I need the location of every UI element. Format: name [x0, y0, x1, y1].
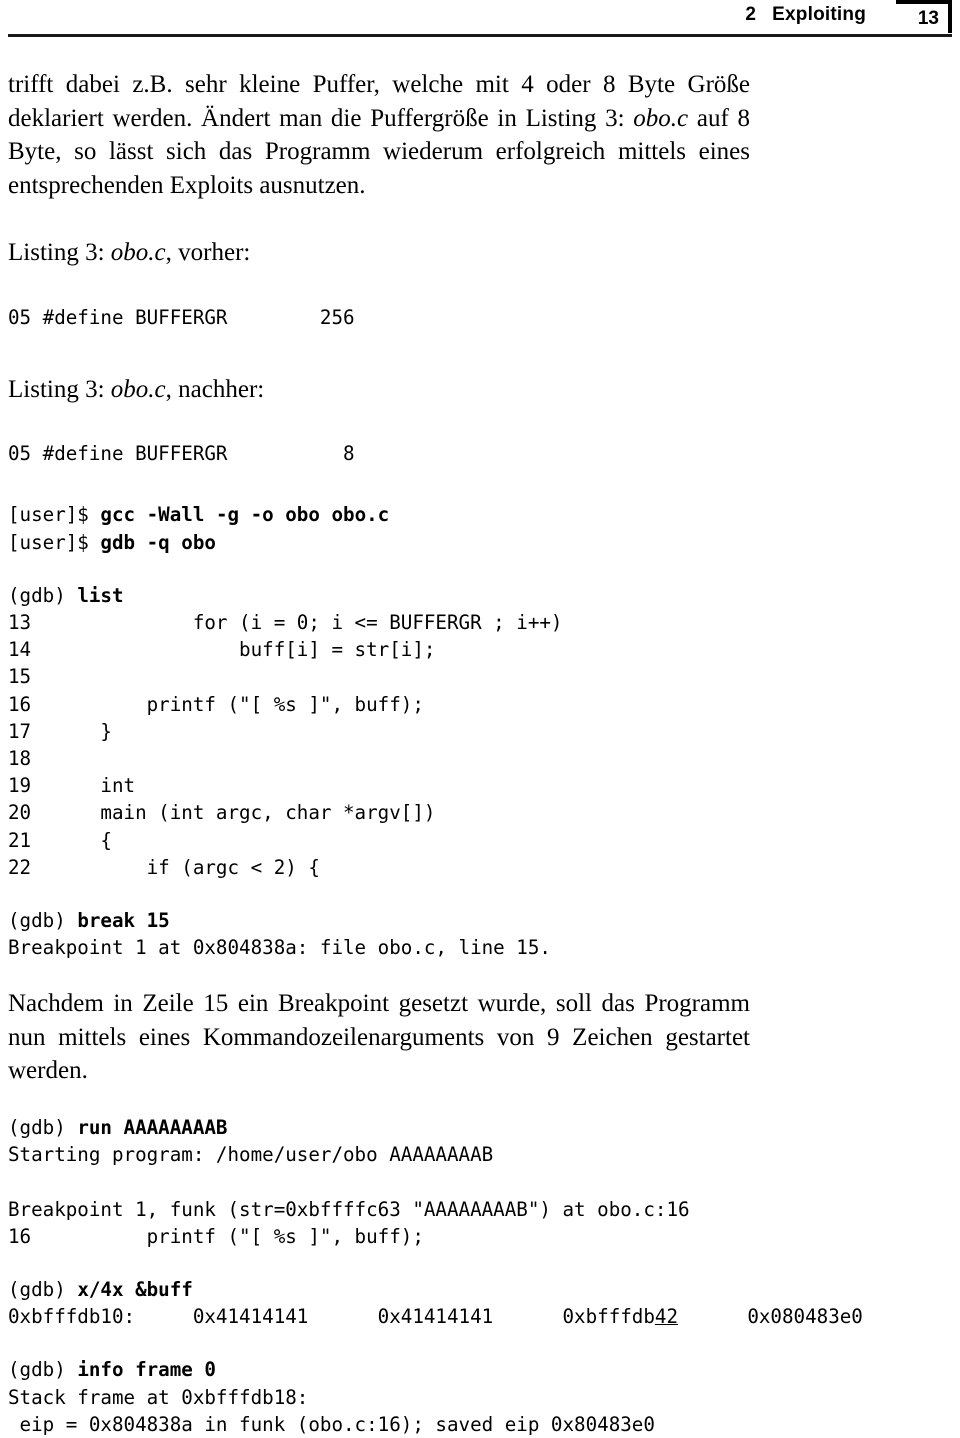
paragraph-intro: trifft dabei z.B. sehr kleine Puffer, we…	[8, 68, 750, 202]
terminal-gdb-info-frame-block: (gdb) info frame 0 Stack frame at 0xbfff…	[8, 1356, 952, 1438]
terminal-compile-block: [user]$ gcc -Wall -g -o obo obo.c [user]…	[8, 501, 952, 555]
gdb-prompt: (gdb)	[8, 1277, 78, 1301]
header-rule	[8, 34, 952, 37]
source-line: 16 printf ("[ %s ]", buff);	[8, 692, 424, 716]
book-page: 2 Exploiting 13 trifft dabei z.B. sehr kl…	[0, 0, 960, 1436]
listing-caption-vorher: Listing 3: obo.c, vorher:	[8, 236, 952, 270]
chapter-heading: 2 Exploiting	[745, 0, 866, 30]
info-frame-output-stack: Stack frame at 0xbfffdb18:	[8, 1385, 309, 1409]
shell-prompt: [user]$	[8, 503, 101, 527]
page-number: 13	[917, 8, 939, 29]
gdb-break-output: Breakpoint 1 at 0x804838a: file obo.c, l…	[8, 936, 551, 960]
shell-command-gcc: gcc -Wall -g -o obo obo.c	[100, 503, 390, 527]
listing-caption-nachher-suffix: , nachher:	[165, 375, 265, 403]
filename-obo-c: obo.c	[633, 104, 689, 132]
terminal-gdb-examine-block: (gdb) x/4x &buff 0xbfffdb10: 0x41414141 …	[8, 1276, 952, 1330]
gdb-run-output-source-line: 16 printf ("[ %s ]", buff);	[8, 1224, 424, 1248]
source-line: 20 main (int argc, char *argv[])	[8, 801, 436, 825]
page-number-box: 13	[896, 0, 952, 33]
gdb-prompt: (gdb)	[8, 1115, 78, 1139]
source-line: 14 buff[i] = str[i];	[8, 638, 436, 662]
source-line: 17 }	[8, 719, 112, 743]
page-content: trifft dabei z.B. sehr kleine Puffer, we…	[8, 44, 952, 1438]
running-head-title-group: 2 Exploiting	[8, 0, 952, 34]
chapter-number: 2	[745, 4, 757, 25]
source-line: 21 {	[8, 828, 112, 852]
gdb-prompt: (gdb)	[8, 583, 78, 607]
source-line: 18	[8, 747, 32, 771]
gdb-command-examine: x/4x &buff	[77, 1277, 193, 1301]
memory-dump-suffix: 0x080483e0	[678, 1305, 863, 1329]
gdb-command-break: break 15	[77, 909, 170, 933]
memory-dump-highlight: 42	[654, 1305, 679, 1329]
gdb-prompt: (gdb)	[8, 909, 78, 933]
terminal-gdb-list-block: (gdb) list 13 for (i = 0; i <= BUFFERGR …	[8, 582, 952, 881]
gdb-run-output-start: Starting program: /home/user/obo AAAAAAA…	[8, 1143, 494, 1167]
listing-caption-nachher: Listing 3: obo.c, nachher:	[8, 373, 952, 407]
terminal-gdb-break-block: (gdb) break 15 Breakpoint 1 at 0x804838a…	[8, 907, 952, 961]
code-listing-after: 05 #define BUFFERGR 8	[8, 442, 355, 466]
source-line: 22 if (argc < 2) {	[8, 855, 320, 879]
shell-command-gdb: gdb -q obo	[100, 530, 216, 554]
shell-prompt: [user]$	[8, 530, 101, 554]
running-head: 2 Exploiting 13	[8, 0, 952, 44]
code-listing-before: 05 #define BUFFERGR 256	[8, 305, 355, 329]
filename-obo-c: obo.c	[110, 375, 166, 403]
gdb-run-output-breakpoint-hit: Breakpoint 1, funk (str=0xbffffc63 "AAAA…	[8, 1197, 690, 1221]
source-line: 19 int	[8, 774, 136, 798]
source-line: 15	[8, 665, 32, 689]
gdb-command-list: list	[77, 583, 124, 607]
terminal-gdb-run-block: (gdb) run AAAAAAAAB Starting program: /h…	[8, 1114, 952, 1250]
info-frame-output-eip: eip = 0x804838a in funk (obo.c:16); save…	[8, 1412, 655, 1436]
listing-caption-nachher-prefix: Listing 3:	[8, 375, 111, 403]
listing-caption-vorher-suffix: , vorher:	[165, 239, 251, 266]
chapter-title: Exploiting	[772, 4, 866, 25]
gdb-command-run: run AAAAAAAAB	[77, 1115, 228, 1139]
paragraph-breakpoint-explanation: Nachdem in Zeile 15 ein Breakpoint geset…	[8, 990, 750, 1085]
source-line: 13 for (i = 0; i <= BUFFERGR ; i++)	[8, 611, 563, 635]
filename-obo-c: obo.c	[110, 239, 166, 266]
memory-dump-prefix: 0xbfffdb10: 0x41414141 0x41414141 0xbfff…	[8, 1305, 655, 1329]
listing-caption-vorher-prefix: Listing 3:	[8, 239, 111, 266]
